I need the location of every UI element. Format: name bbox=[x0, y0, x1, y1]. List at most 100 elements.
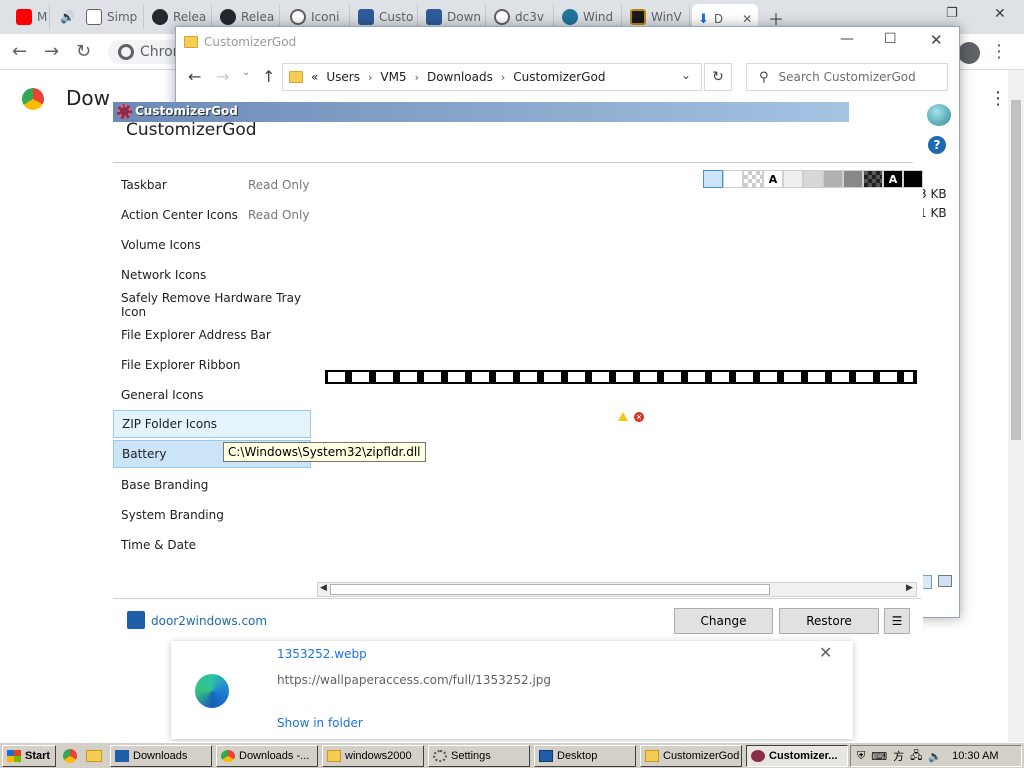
scrollbar-thumb[interactable] bbox=[1011, 100, 1021, 440]
swatch-text-light[interactable]: A bbox=[763, 170, 783, 188]
battery-icon[interactable] bbox=[349, 370, 373, 384]
category-network-icons[interactable]: Network Icons bbox=[113, 261, 311, 289]
network-icon[interactable]: 🖧 bbox=[910, 747, 922, 766]
volume-icon[interactable]: 🔈 bbox=[928, 750, 942, 763]
close-icon[interactable]: ✕ bbox=[819, 643, 832, 662]
scroll-right-icon[interactable]: ▶ bbox=[906, 583, 913, 593]
battery-icon[interactable] bbox=[445, 370, 469, 384]
refresh-button[interactable]: ↻ bbox=[704, 63, 732, 91]
swatch-text-dark[interactable]: A bbox=[883, 170, 903, 188]
battery-icon[interactable] bbox=[469, 370, 493, 384]
chrome-tab-youtube[interactable]: M bbox=[10, 5, 50, 29]
restore-button[interactable]: Restore bbox=[779, 608, 879, 634]
swatch-gray-1[interactable] bbox=[803, 170, 823, 188]
category-safely-remove-hardware[interactable]: Safely Remove Hardware Tray Icon bbox=[113, 291, 311, 319]
help-icon[interactable]: ? bbox=[928, 136, 946, 154]
category-system-branding[interactable]: System Branding bbox=[113, 501, 311, 529]
shield-icon[interactable]: ⛨ bbox=[857, 750, 865, 763]
swatch-checker[interactable] bbox=[743, 170, 763, 188]
category-taskbar[interactable]: Taskbar Read Only bbox=[113, 171, 311, 199]
restore-window-icon[interactable]: ❐ bbox=[946, 6, 958, 21]
battery-icon[interactable] bbox=[661, 370, 685, 384]
page-vertical-scrollbar[interactable] bbox=[1008, 70, 1024, 742]
battery-icon[interactable] bbox=[565, 370, 589, 384]
battery-icon[interactable] bbox=[397, 370, 421, 384]
battery-icon[interactable] bbox=[781, 370, 805, 384]
start-button[interactable]: Start bbox=[2, 745, 56, 767]
scrollbar-thumb[interactable] bbox=[330, 584, 770, 595]
minimize-icon[interactable]: — bbox=[840, 31, 854, 47]
battery-icon[interactable] bbox=[493, 370, 517, 384]
battery-icon[interactable] bbox=[325, 370, 349, 384]
recent-locations-icon[interactable]: ⌄ bbox=[242, 67, 250, 78]
clock[interactable]: 10:30 AM bbox=[952, 750, 998, 762]
taskbar-customizergod-folder[interactable]: CustomizerGod bbox=[640, 745, 742, 767]
swatch-light-blue[interactable] bbox=[703, 170, 723, 188]
large-icons-view-icon[interactable] bbox=[938, 575, 952, 587]
scroll-left-icon[interactable]: ◀ bbox=[320, 583, 327, 593]
battery-icon[interactable] bbox=[709, 370, 733, 384]
category-file-explorer-address-bar[interactable]: File Explorer Address Bar bbox=[113, 321, 311, 349]
explorer-quicklaunch-icon[interactable] bbox=[86, 750, 102, 762]
download-filename[interactable]: 1353252.webp bbox=[277, 647, 367, 661]
swatch-gray-2[interactable] bbox=[823, 170, 843, 188]
horizontal-scrollbar[interactable]: ◀ ▶ bbox=[317, 582, 917, 597]
battery-icon[interactable] bbox=[637, 370, 661, 384]
taskbar-customizergod-app[interactable]: Customizer... bbox=[746, 745, 848, 767]
profile-avatar-icon[interactable] bbox=[958, 42, 980, 64]
battery-icon[interactable] bbox=[877, 370, 901, 384]
battery-icon[interactable] bbox=[589, 370, 613, 384]
menu-button[interactable]: ☰ bbox=[884, 608, 910, 634]
breadcrumb-downloads[interactable]: Downloads bbox=[427, 70, 493, 84]
swatch-black[interactable] bbox=[903, 170, 923, 188]
speaker-icon[interactable]: 🔊 bbox=[54, 5, 78, 29]
chrome-menu-icon[interactable]: ⋮ bbox=[990, 41, 1008, 62]
breadcrumb-customizergod[interactable]: CustomizerGod bbox=[513, 70, 605, 84]
battery-icon[interactable] bbox=[613, 370, 637, 384]
category-volume-icons[interactable]: Volume Icons bbox=[113, 231, 311, 259]
swatch-light-gray[interactable] bbox=[783, 170, 803, 188]
battery-icon[interactable] bbox=[421, 370, 445, 384]
taskbar-desktop[interactable]: Desktop bbox=[534, 745, 636, 767]
category-base-branding[interactable]: Base Branding bbox=[113, 471, 311, 499]
taskbar-settings[interactable]: Settings bbox=[428, 745, 530, 767]
category-time-date[interactable]: Time & Date bbox=[113, 531, 311, 559]
close-window-icon[interactable]: ✕ bbox=[994, 6, 1006, 22]
battery-icon[interactable] bbox=[757, 370, 781, 384]
battery-icon[interactable] bbox=[517, 370, 541, 384]
maximize-icon[interactable]: ☐ bbox=[884, 31, 897, 47]
show-in-folder-link[interactable]: Show in folder bbox=[277, 716, 363, 730]
chrome-quicklaunch-icon[interactable] bbox=[63, 749, 77, 763]
battery-icon[interactable] bbox=[733, 370, 757, 384]
change-button[interactable]: Change bbox=[674, 608, 773, 634]
battery-icon[interactable] bbox=[685, 370, 709, 384]
back-icon[interactable]: ← bbox=[12, 41, 27, 62]
taskbar-windows2000[interactable]: windows2000 bbox=[322, 745, 424, 767]
downloads-more-icon[interactable]: ⋮ bbox=[989, 88, 1007, 109]
close-tab-icon[interactable]: ✕ bbox=[742, 12, 752, 26]
category-general-icons[interactable]: General Icons bbox=[113, 381, 311, 409]
category-file-explorer-ribbon[interactable]: File Explorer Ribbon bbox=[113, 351, 311, 379]
chevron-down-icon[interactable]: ⌄ bbox=[681, 68, 691, 82]
reload-icon[interactable]: ↻ bbox=[76, 41, 91, 62]
category-action-center-icons[interactable]: Action Center Icons Read Only bbox=[113, 201, 311, 229]
close-icon[interactable]: ✕ bbox=[930, 31, 943, 49]
swatch-white[interactable] bbox=[723, 170, 743, 188]
taskbar-downloads[interactable]: Downloads bbox=[110, 745, 212, 767]
breadcrumb-users[interactable]: Users bbox=[326, 70, 360, 84]
swatch-dark-checker[interactable] bbox=[863, 170, 883, 188]
battery-icon[interactable] bbox=[541, 370, 565, 384]
battery-icon[interactable] bbox=[805, 370, 829, 384]
battery-icon[interactable] bbox=[853, 370, 877, 384]
ime-icon[interactable]: ⽅ bbox=[893, 748, 904, 764]
explorer-back-icon[interactable]: ← bbox=[188, 67, 201, 86]
category-zip-folder-icons[interactable]: ZIP Folder Icons bbox=[113, 410, 311, 438]
address-bar[interactable]: « Users › VM5 › Downloads › CustomizerGo… bbox=[282, 63, 702, 91]
keyboard-icon[interactable]: ⌨ bbox=[871, 750, 887, 763]
chrome-tab-simp[interactable]: Simp bbox=[80, 5, 144, 29]
battery-icon[interactable] bbox=[829, 370, 853, 384]
explorer-forward-icon[interactable]: → bbox=[216, 67, 229, 86]
forward-icon[interactable]: → bbox=[44, 41, 59, 62]
battery-icon[interactable] bbox=[373, 370, 397, 384]
search-input[interactable]: ⚲ Search CustomizerGod bbox=[746, 63, 948, 91]
